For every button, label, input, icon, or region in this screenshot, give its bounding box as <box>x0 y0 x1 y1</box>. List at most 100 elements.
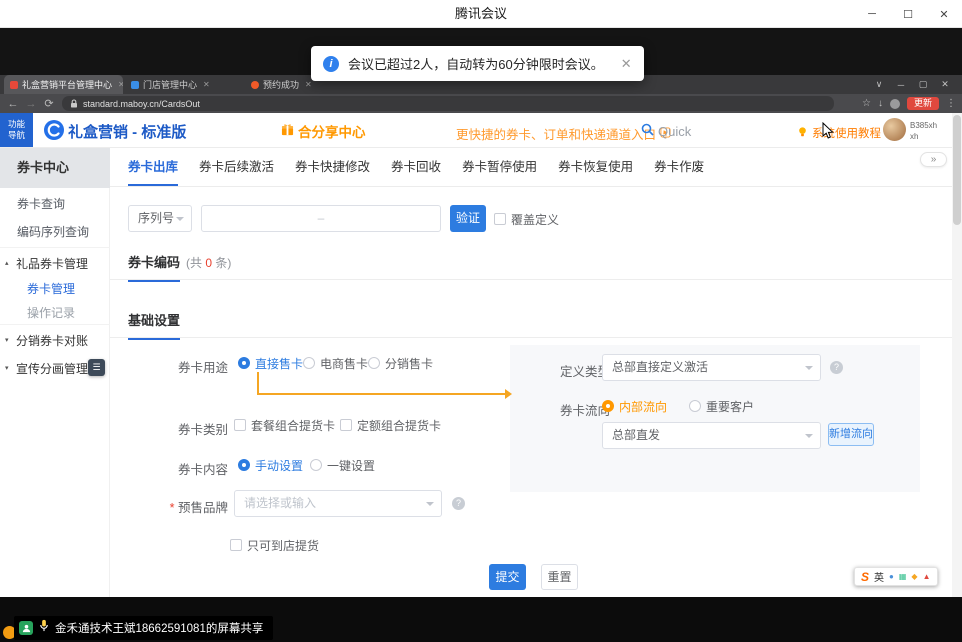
brand-help-icon[interactable]: ? <box>452 497 465 510</box>
url-bar[interactable]: standard.maboy.cn/CardsOut <box>62 96 834 111</box>
radio-icon <box>689 400 701 412</box>
sogou-logo-icon[interactable]: S <box>861 570 869 584</box>
content-manual-radio[interactable]: 手动设置 <box>238 458 303 472</box>
sidebar-item-op-log[interactable]: 操作记录 <box>0 301 110 325</box>
avatar[interactable] <box>883 118 906 141</box>
basic-section-title: 基础设置 <box>128 310 180 340</box>
browser-close-button[interactable]: ✕ <box>934 75 956 94</box>
forward-button[interactable]: → <box>22 94 40 113</box>
update-button[interactable]: 更新 <box>907 97 939 111</box>
scrollbar-track[interactable] <box>952 113 962 597</box>
tab-card-quick-edit[interactable]: 券卡快捷修改 <box>295 148 370 186</box>
define-type-select[interactable]: 总部直接定义激活 <box>602 354 821 381</box>
flow-vip-radio[interactable]: 重要客户 <box>689 399 754 413</box>
brand-select[interactable]: 请选择或输入 <box>234 490 442 517</box>
connector-arrow-icon <box>505 389 512 399</box>
ime-voice-icon[interactable]: ● <box>889 573 894 581</box>
tab-card-void[interactable]: 券卡作废 <box>654 148 704 186</box>
tab-close-icon[interactable]: ✕ <box>203 80 210 89</box>
category-fixed-checkbox[interactable]: 定额组合提货卡 <box>340 418 441 432</box>
tab-close-icon[interactable]: ✕ <box>118 80 123 89</box>
tab-card-recycle[interactable]: 券卡回收 <box>391 148 441 186</box>
tab-close-icon[interactable]: ✕ <box>305 80 312 89</box>
gift-icon <box>281 123 294 139</box>
floating-widget-button[interactable]: ☰ <box>88 359 105 376</box>
tutorial-link[interactable]: 系统使用教程 <box>797 125 881 141</box>
browser-tab-1[interactable]: 礼盒营销平台管理中心 ✕ <box>4 75 123 94</box>
sidebar-section-title: 券卡中心 <box>0 148 110 188</box>
usage-distribution-radio[interactable]: 分销售卡 <box>368 356 433 370</box>
promo-link[interactable]: 更快捷的券卡、订单和快递通道入口 <box>456 124 671 143</box>
profile-icon[interactable] <box>890 99 900 109</box>
close-button[interactable]: ✕ <box>926 0 962 28</box>
back-button[interactable]: ← <box>4 94 22 113</box>
toast-close-icon[interactable]: ✕ <box>621 56 632 72</box>
sidebar-item-card-query[interactable]: 券卡查询 <box>0 192 110 216</box>
sidebar-item-code-query[interactable]: 编码序列查询 <box>0 220 110 244</box>
verify-button[interactable]: 验证 <box>450 205 486 232</box>
ime-skin-icon[interactable]: ◆ <box>911 573 917 581</box>
tab-menu-button[interactable]: ∨ <box>868 75 890 94</box>
override-define-checkbox[interactable]: 覆盖定义 <box>494 212 559 226</box>
expand-panel-button[interactable]: » <box>920 152 947 167</box>
tab-label: 预约成功 <box>263 78 299 91</box>
serial-range-input[interactable]: – <box>201 205 441 232</box>
bookmark-star-icon[interactable]: ☆ <box>862 98 871 109</box>
store-pickup-checkbox[interactable]: 只可到店提货 <box>230 538 319 552</box>
minimize-icon: ─ <box>898 80 904 90</box>
sidebar-group-distribution[interactable]: ▾ 分销券卡对账 <box>0 329 110 353</box>
sidebar-item-card-manage[interactable]: 券卡管理 <box>0 277 110 301</box>
ime-keyboard-icon[interactable]: ▦ <box>899 573 907 581</box>
tab-card-outbound[interactable]: 券卡出库 <box>128 148 178 186</box>
username-line2: xh <box>910 132 937 143</box>
double-chevron-right-icon: » <box>931 154 937 165</box>
tab-card-resume[interactable]: 券卡恢复使用 <box>558 148 633 186</box>
define-type-help-icon[interactable]: ? <box>830 361 843 374</box>
flow-select[interactable]: 总部直发 <box>602 422 821 449</box>
radio-icon <box>368 357 380 369</box>
minimize-button[interactable]: ─ <box>854 0 890 28</box>
scrollbar-thumb[interactable] <box>953 115 961 225</box>
reset-button[interactable]: 重置 <box>541 564 578 590</box>
serial-type-select[interactable]: 序列号 <box>128 205 192 232</box>
back-icon: ← <box>8 98 19 110</box>
browser-maximize-button[interactable]: ▢ <box>912 75 934 94</box>
checkbox-icon <box>494 213 506 225</box>
ime-lang-indicator[interactable]: 英 <box>874 569 884 584</box>
count-suffix: 条) <box>212 256 231 270</box>
browser-minimize-button[interactable]: ─ <box>890 75 912 94</box>
tab-favicon <box>131 81 139 89</box>
info-icon: i <box>323 56 339 72</box>
download-icon[interactable]: ↓ <box>878 98 883 109</box>
more-menu-icon[interactable]: ⋮ <box>946 98 956 109</box>
add-flow-button[interactable]: 新增流向 <box>828 423 874 446</box>
share-center-link[interactable]: 合分享中心 <box>281 121 366 141</box>
browser-tab-2[interactable]: 门店管理中心 ✕ <box>125 75 243 94</box>
app-logo-text: 礼盒营销 - 标准版 <box>68 121 186 142</box>
func-nav-button[interactable]: 功能 导航 <box>0 113 33 147</box>
chevron-down-icon: ∨ <box>876 79 883 90</box>
tab-favicon <box>251 81 259 89</box>
flow-internal-radio[interactable]: 内部流向 <box>602 399 667 413</box>
content-onekey-radio[interactable]: 一键设置 <box>310 458 375 472</box>
usage-ecommerce-radio[interactable]: 电商售卡 <box>303 356 368 370</box>
sidebar-group-gift-cards[interactable]: ▴ 礼品券卡管理 <box>0 252 110 276</box>
submit-button[interactable]: 提交 <box>489 564 526 590</box>
tab-card-pause[interactable]: 券卡暂停使用 <box>462 148 537 186</box>
category-combo-checkbox[interactable]: 套餐组合提货卡 <box>234 418 335 432</box>
close-icon: ✕ <box>941 79 949 90</box>
required-mark: * <box>170 501 175 515</box>
quick-search[interactable]: Quick <box>641 123 691 139</box>
flow-internal-label: 内部流向 <box>619 398 667 415</box>
ime-toolbox-icon[interactable]: ▲ <box>923 573 931 581</box>
search-icon <box>641 123 654 139</box>
content-label: 券卡内容 <box>168 459 228 478</box>
tab-card-activate[interactable]: 券卡后续激活 <box>199 148 274 186</box>
caret-down-icon <box>176 217 184 221</box>
maximize-button[interactable]: ☐ <box>890 0 926 28</box>
ime-toolbar[interactable]: S 英 ● ▦ ◆ ▲ <box>854 567 938 586</box>
close-icon: ✕ <box>939 8 948 21</box>
refresh-button[interactable]: ⟳ <box>40 94 58 113</box>
usage-direct-radio[interactable]: 直接售卡 <box>238 356 303 370</box>
brand-label-text: 预售品牌 <box>178 501 228 515</box>
